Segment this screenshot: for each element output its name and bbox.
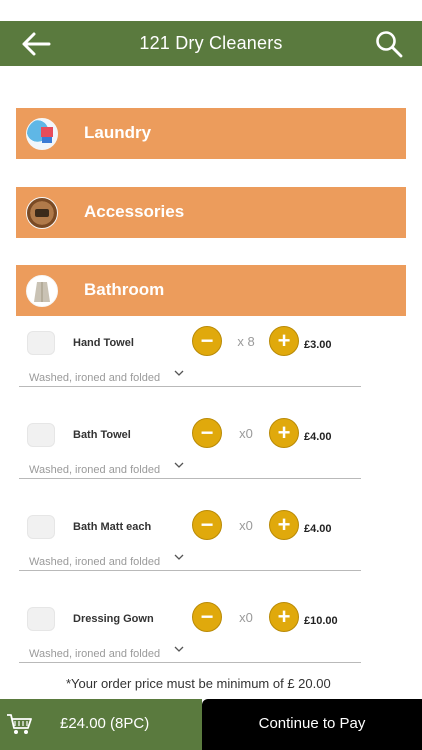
item-price: £4.00 [304,523,332,535]
service-select[interactable]: Washed, ironed and folded [29,372,160,384]
item-name: Hand Towel [73,337,134,349]
list-item: Hand Towel − x 8 + £3.00 Washed, ironed … [16,323,361,387]
decrease-quantity-button[interactable]: − [192,602,222,632]
item-quantity: x 8 [237,334,255,349]
list-item: Bath Matt each − x0 + £4.00 Washed, iron… [16,507,361,571]
image-placeholder-icon [27,607,55,631]
chevron-down-icon[interactable] [174,645,184,653]
search-icon[interactable] [374,29,404,59]
decrease-quantity-button[interactable]: − [192,326,222,356]
item-price: £4.00 [304,431,332,443]
divider [19,662,361,663]
item-quantity: x0 [239,426,253,441]
item-name: Bath Towel [73,429,131,441]
image-placeholder-icon [27,515,55,539]
increase-quantity-button[interactable]: + [269,602,299,632]
increase-quantity-button[interactable]: + [269,326,299,356]
bathroom-thumbnail-icon [26,275,58,307]
category-laundry[interactable]: Laundry [16,108,406,159]
service-select[interactable]: Washed, ironed and folded [29,464,160,476]
list-item: Bath Towel − x0 + £4.00 Washed, ironed a… [16,415,361,479]
item-price: £3.00 [304,339,332,351]
category-accessories[interactable]: Accessories [16,187,406,238]
category-label: Accessories [84,202,185,221]
chevron-down-icon[interactable] [174,553,184,561]
increase-quantity-button[interactable]: + [269,418,299,448]
category-label: Laundry [84,123,152,142]
app-header: 121 Dry Cleaners [0,21,422,66]
list-item: Dressing Gown − x0 + £10.00 Washed, iron… [16,599,361,663]
increase-quantity-button[interactable]: + [269,510,299,540]
decrease-quantity-button[interactable]: − [192,510,222,540]
divider [19,478,361,479]
page-title: 121 Dry Cleaners [139,33,283,53]
item-quantity: x0 [239,518,253,533]
divider [19,570,361,571]
decrease-quantity-button[interactable]: − [192,418,222,448]
image-placeholder-icon [27,331,55,355]
category-bathroom[interactable]: Bathroom [16,265,406,316]
cart-total: £24.00 (8PC) [60,715,150,732]
item-quantity: x0 [239,610,253,625]
accessories-thumbnail-icon [26,197,58,229]
laundry-thumbnail-icon [26,118,58,150]
service-select[interactable]: Washed, ironed and folded [29,556,160,568]
item-price: £10.00 [304,615,338,627]
item-name: Dressing Gown [73,613,154,625]
minimum-order-note: *Your order price must be minimum of £ 2… [66,676,331,691]
service-select[interactable]: Washed, ironed and folded [29,648,160,660]
continue-to-pay-button[interactable]: Continue to Pay [202,699,422,750]
chevron-down-icon[interactable] [174,461,184,469]
cart-summary[interactable]: £24.00 (8PC) [0,699,202,750]
category-label: Bathroom [84,280,165,299]
continue-to-pay-label: Continue to Pay [258,715,366,732]
cart-icon [7,714,32,734]
item-name: Bath Matt each [73,521,152,533]
divider [19,386,361,387]
chevron-down-icon[interactable] [174,369,184,377]
image-placeholder-icon [27,423,55,447]
